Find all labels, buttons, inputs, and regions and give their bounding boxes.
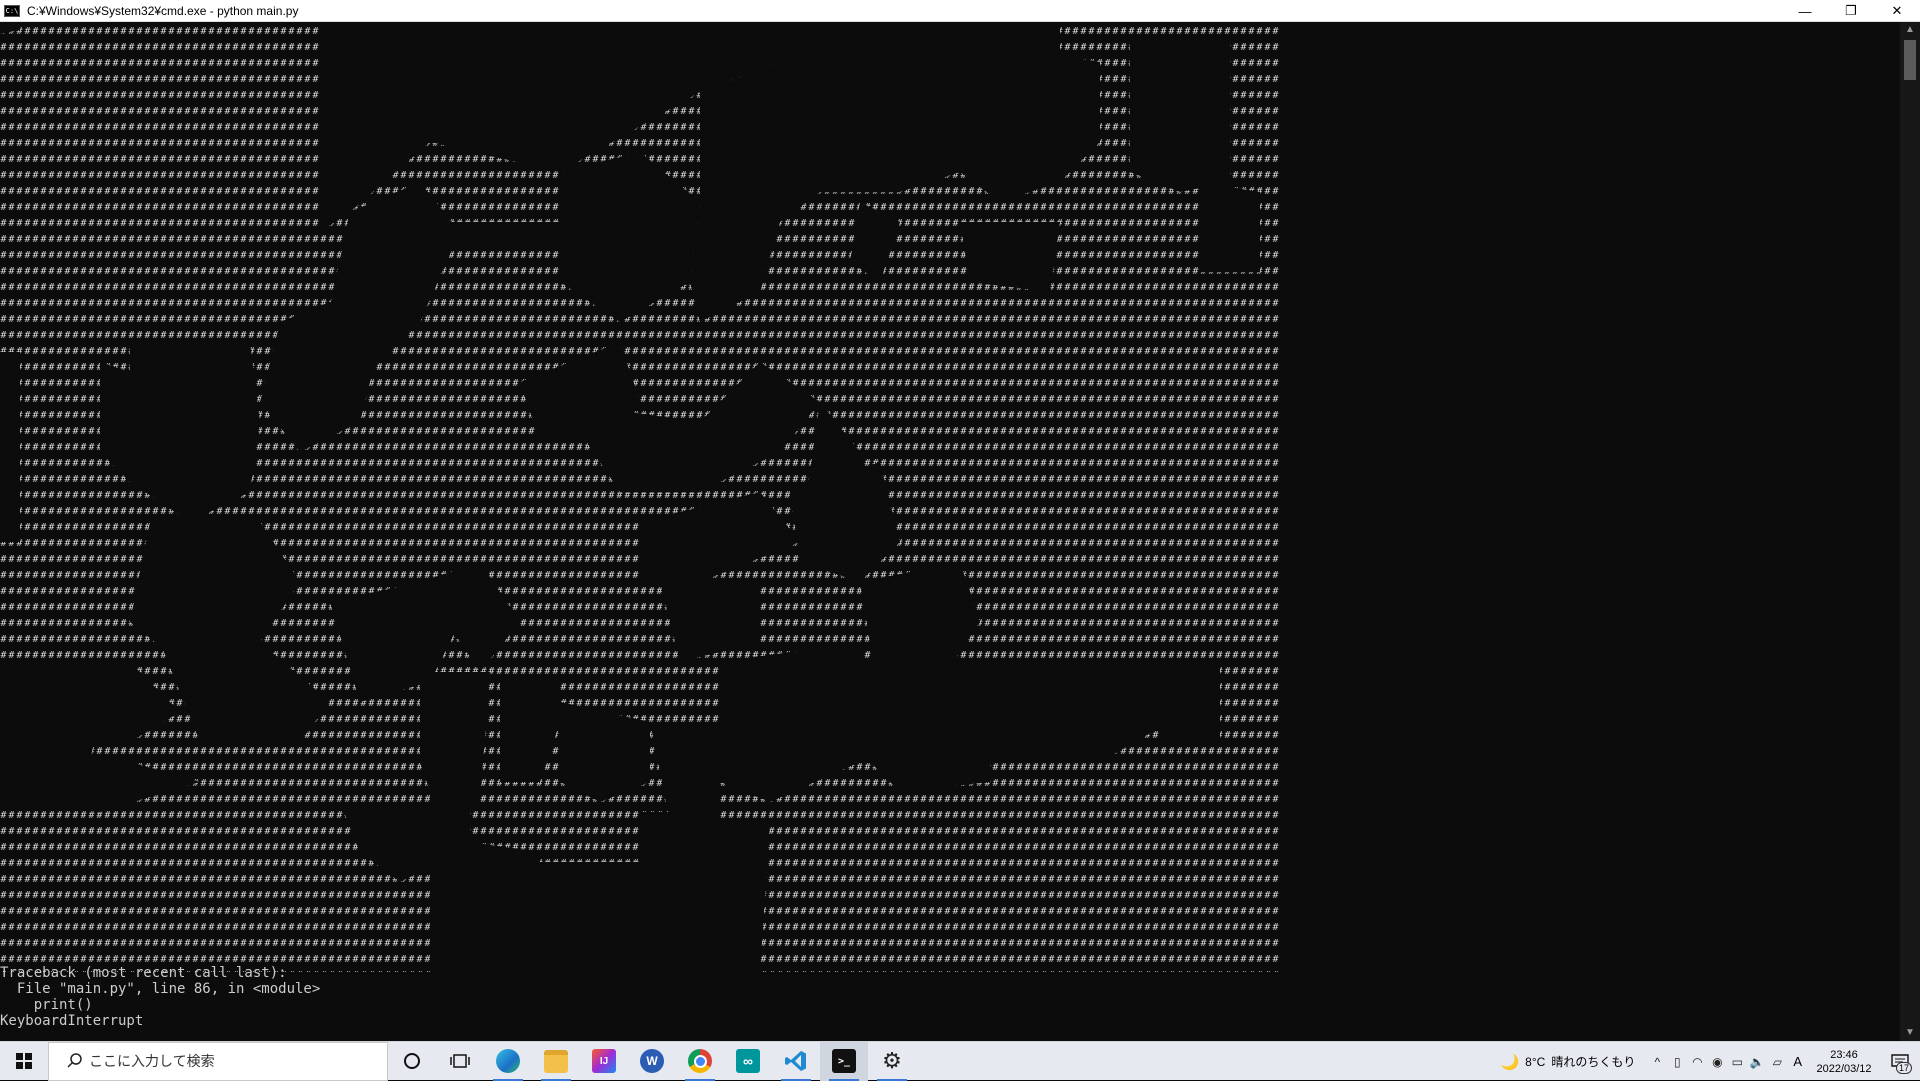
battery-icon[interactable]: ▱ bbox=[1767, 1042, 1787, 1081]
windows-logo-icon bbox=[16, 1053, 32, 1069]
weather-widget[interactable]: 🌙 8°C 晴れのちくもり bbox=[1494, 1053, 1635, 1071]
vscode-icon bbox=[785, 1051, 806, 1071]
network-icon[interactable]: ◠ bbox=[1687, 1042, 1707, 1081]
search-placeholder: ここに入力して検索 bbox=[89, 1053, 215, 1069]
minimize-button[interactable]: — bbox=[1782, 0, 1828, 22]
start-button[interactable] bbox=[0, 1042, 48, 1081]
scroll-up-arrow-icon[interactable]: ▲ bbox=[1900, 22, 1920, 38]
task-view-icon bbox=[450, 1054, 470, 1068]
arduino-icon: ∞ bbox=[736, 1049, 760, 1073]
system-tray: 🌙 8°C 晴れのちくもり ^ ▯ ◠ ◉ ▭ 🔈 ▱ A 23:46 2022… bbox=[1494, 1042, 1920, 1081]
clock[interactable]: 23:46 2022/03/12 bbox=[1808, 1048, 1880, 1076]
taskbar-app-settings[interactable]: ⚙ bbox=[868, 1042, 916, 1081]
console-area[interactable]: # bbox=[0, 22, 1900, 1041]
taskbar-app-word[interactable]: W bbox=[628, 1042, 676, 1081]
clock-time: 23:46 bbox=[1830, 1048, 1858, 1061]
scroll-down-arrow-icon[interactable]: ▼ bbox=[1900, 1025, 1920, 1041]
taskbar-app-vscode[interactable] bbox=[772, 1042, 820, 1081]
moon-icon: 🌙 bbox=[1500, 1053, 1520, 1071]
taskbar-app-intellij[interactable]: IJ bbox=[580, 1042, 628, 1081]
scroll-thumb[interactable] bbox=[1904, 40, 1916, 80]
cortana-icon bbox=[404, 1053, 420, 1069]
notification-count-badge: 17 bbox=[1895, 1062, 1912, 1074]
chrome-icon bbox=[688, 1049, 712, 1073]
weather-condition: 晴れのちくもり bbox=[1551, 1055, 1636, 1069]
search-icon bbox=[61, 1053, 89, 1069]
taskbar-app-arduino[interactable]: ∞ bbox=[724, 1042, 772, 1081]
console-output: Traceback (most recent call last): File … bbox=[0, 965, 321, 1029]
cmd-app-icon[interactable]: C:\ bbox=[4, 4, 20, 17]
taskbar: ここに入力して検索 IJ W ∞ >_ ⚙ 🌙 8°C 晴れのちくもり ^ ▯ … bbox=[0, 1041, 1920, 1081]
cortana-button[interactable] bbox=[388, 1042, 436, 1081]
task-view-button[interactable] bbox=[436, 1042, 484, 1081]
show-hidden-icons-chevron-icon[interactable]: ^ bbox=[1647, 1042, 1667, 1081]
word-icon: W bbox=[640, 1049, 664, 1073]
storage-icon[interactable]: ▭ bbox=[1727, 1042, 1747, 1081]
vertical-scrollbar[interactable]: ▲ ▼ bbox=[1900, 22, 1920, 1041]
taskbar-app-terminal[interactable]: >_ bbox=[820, 1041, 868, 1081]
window-title: C:¥Windows¥System32¥cmd.exe - python mai… bbox=[27, 3, 299, 18]
security-icon[interactable]: ◉ bbox=[1707, 1042, 1727, 1081]
terminal-icon: >_ bbox=[832, 1049, 856, 1073]
ime-mode-indicator[interactable]: A bbox=[1793, 1054, 1802, 1069]
action-center-button[interactable]: 17 bbox=[1880, 1042, 1920, 1081]
device-icon[interactable]: ▯ bbox=[1667, 1042, 1687, 1081]
maximize-button[interactable]: ❐ bbox=[1828, 0, 1874, 22]
taskbar-app-file-explorer[interactable] bbox=[532, 1042, 580, 1081]
taskbar-app-chrome[interactable] bbox=[676, 1042, 724, 1081]
ascii-art: # bbox=[0, 22, 1280, 972]
folder-icon bbox=[544, 1049, 568, 1073]
window-controls: — ❐ ✕ bbox=[1782, 0, 1920, 22]
settings-gear-icon: ⚙ bbox=[882, 1048, 902, 1073]
title-bar: C:\ C:¥Windows¥System32¥cmd.exe - python… bbox=[0, 0, 1920, 22]
weather-temp: 8°C bbox=[1525, 1054, 1546, 1069]
clock-date: 2022/03/12 bbox=[1816, 1062, 1872, 1075]
close-button[interactable]: ✕ bbox=[1874, 0, 1920, 22]
volume-icon[interactable]: 🔈 bbox=[1747, 1042, 1767, 1081]
taskbar-app-edge[interactable] bbox=[484, 1042, 532, 1081]
intellij-icon: IJ bbox=[592, 1049, 616, 1073]
taskbar-search[interactable]: ここに入力して検索 bbox=[48, 1041, 388, 1081]
edge-icon bbox=[496, 1049, 520, 1073]
